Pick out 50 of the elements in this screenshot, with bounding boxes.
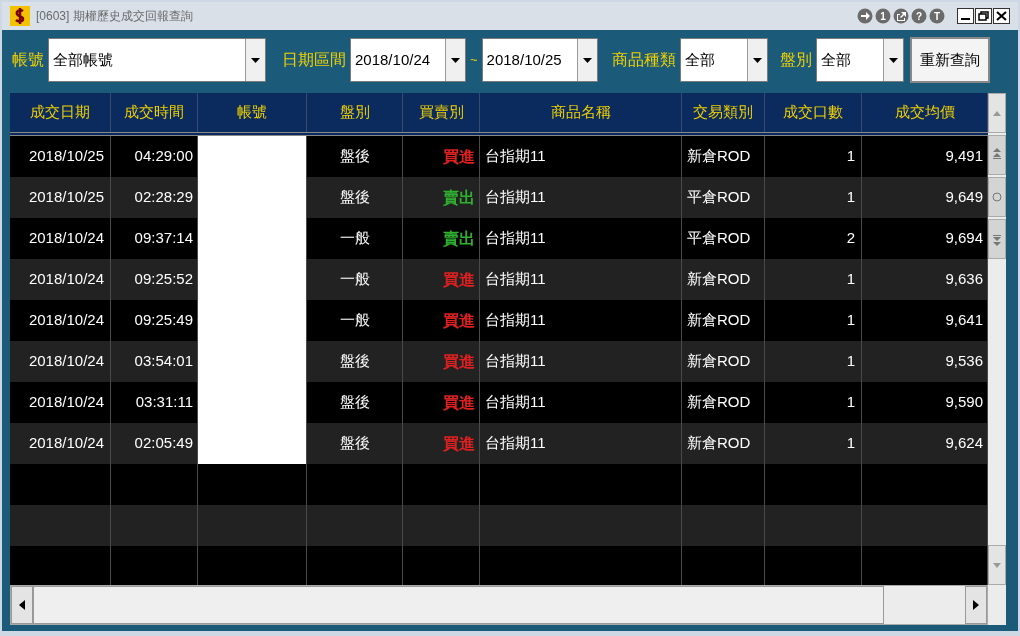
table-cell-text: 買進 [443, 351, 475, 372]
circle-letter-icon[interactable]: T [929, 8, 945, 24]
column-header[interactable]: 帳號 [198, 93, 307, 132]
range-separator: ~ [470, 51, 478, 70]
dropdown[interactable]: 2018/10/25 [481, 38, 598, 82]
minimize-icon[interactable] [957, 8, 974, 24]
page-down-icon[interactable] [988, 219, 1006, 259]
caret-icon [251, 57, 260, 63]
page-up-icon[interactable] [988, 135, 1006, 175]
scrollbar-thumb[interactable] [33, 586, 884, 624]
table-cell-text: 買進 [443, 392, 475, 413]
scroll-right-icon[interactable] [965, 586, 987, 624]
product-type-label: 商品種類 [611, 50, 676, 70]
table-cell-text: 買進 [443, 269, 475, 290]
vertical-scrollbar[interactable] [988, 93, 1006, 585]
session-label: 盤別 [779, 50, 812, 70]
caret-icon [451, 57, 460, 63]
window-title: [0603] 期權歷史成交回報查詢 [36, 8, 194, 25]
caret-icon [888, 57, 898, 63]
scroll-left-icon[interactable] [11, 586, 33, 624]
maximize-icon[interactable] [975, 8, 992, 24]
dropdown[interactable]: 全部 [815, 38, 904, 82]
column-header[interactable]: 交易類別 [682, 93, 765, 132]
column-header[interactable]: 買賣別 [403, 93, 480, 132]
dropdown[interactable]: 全部 [679, 38, 768, 82]
column-header[interactable]: 商品名稱 [480, 93, 682, 132]
horizontal-scrollbar[interactable] [10, 585, 988, 625]
table-cell-text: 賣出 [443, 228, 475, 249]
table-cell-text: 買進 [443, 433, 475, 454]
table-cell-text: 賣出 [443, 187, 475, 208]
circle-letter-icon[interactable]: 1 [875, 8, 891, 24]
close-icon[interactable] [993, 8, 1010, 24]
table-cell-text: 買進 [443, 146, 475, 167]
column-header[interactable]: 成交口數 [765, 93, 862, 132]
caret-icon [582, 57, 592, 63]
dollar-logo-icon [10, 6, 30, 26]
column-header[interactable]: 成交時間 [111, 93, 198, 132]
table-cell-text: 買進 [443, 310, 475, 331]
circle-letter-icon[interactable]: ? [911, 8, 927, 24]
caret-icon [752, 57, 762, 63]
dropdown[interactable]: 全部帳號 [48, 38, 266, 82]
export-icon[interactable] [893, 8, 909, 24]
dropdown[interactable]: 2018/10/24 [350, 38, 466, 82]
query-button[interactable]: 重新查詢 [909, 37, 990, 83]
column-header[interactable]: 成交日期 [10, 93, 111, 132]
account-label: 帳號 [12, 50, 44, 70]
date-range-label: 日期區間 [282, 50, 346, 70]
scroll-up-icon[interactable] [988, 93, 1006, 133]
column-header[interactable]: 盤別 [307, 93, 403, 132]
scrollbar-corner [988, 585, 1006, 625]
